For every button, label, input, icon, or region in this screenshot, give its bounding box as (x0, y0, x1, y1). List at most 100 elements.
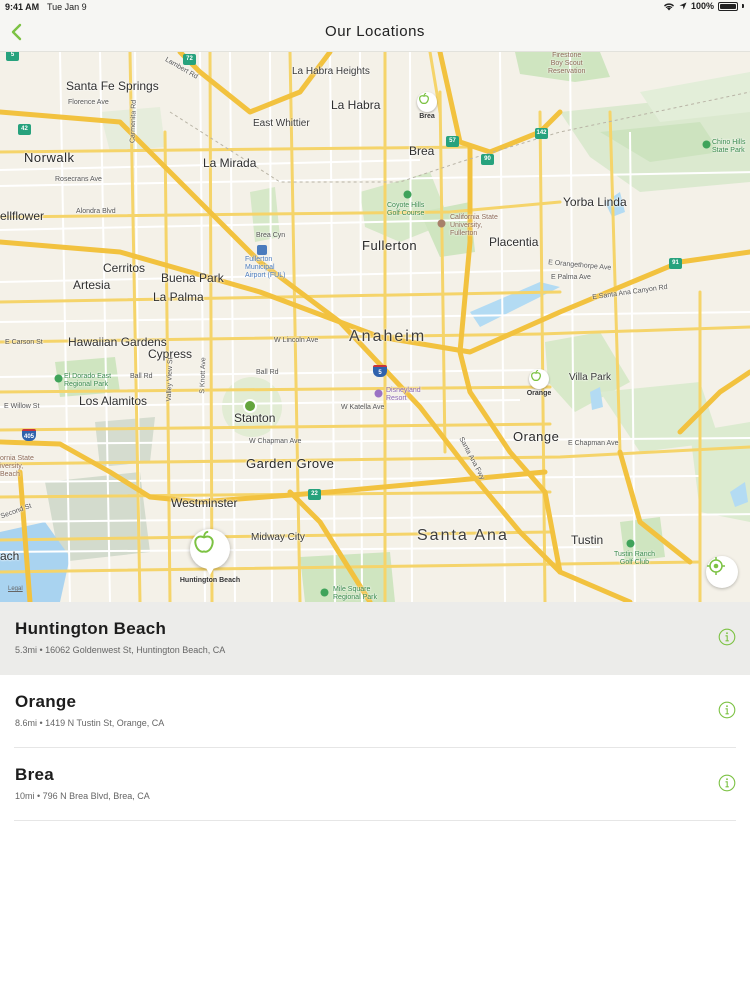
street-label: W Katella Ave (341, 404, 385, 411)
status-bar: 9:41 AM Tue Jan 9 100% (0, 0, 750, 14)
city-label: Tustin (571, 533, 604, 547)
poi-label: Coyote Hills Golf Course (387, 202, 425, 217)
city-label: La Habra (331, 98, 381, 112)
city-label: La Habra Heights (292, 66, 370, 77)
info-icon[interactable] (718, 774, 736, 792)
city-label: Anaheim (349, 328, 427, 345)
location-name: Brea (15, 765, 55, 784)
location-name: Huntington Beach (15, 619, 167, 638)
highway-shield: 57 (446, 136, 459, 147)
highway-shield: 90 (481, 154, 494, 165)
poi-label: Firestone Boy Scout Reservation (548, 52, 586, 75)
highway-shield: 22 (308, 489, 321, 500)
city-label: La Palma (153, 290, 204, 304)
page-title: Our Locations (325, 23, 425, 40)
street-label: E Carson St (5, 339, 43, 346)
location-row-huntington-beach[interactable]: Huntington Beach 5.3mi • 16062 Goldenwes… (0, 602, 750, 675)
store-pin-brea[interactable]: Brea (417, 92, 437, 120)
city-label: La Mirada (203, 156, 257, 170)
city-label: ach (0, 549, 20, 563)
street-label: Ball Rd (256, 369, 279, 376)
wifi-icon (663, 2, 674, 10)
highway-shield: 42 (18, 124, 31, 135)
location-row-brea[interactable]: Brea 10mi • 796 N Brea Blvd, Brea, CA (0, 748, 750, 821)
row-divider (14, 820, 736, 821)
street-label: Florence Ave (68, 99, 109, 106)
city-label: ellflower (0, 209, 45, 223)
highway-shield: 142 (535, 128, 548, 139)
city-label: Westminster (171, 496, 238, 510)
location-arrow-icon (679, 2, 687, 10)
info-icon[interactable] (718, 628, 736, 646)
location-details: 5.3mi • 16062 Goldenwest St, Huntington … (15, 645, 226, 655)
status-right: 100% (663, 1, 744, 11)
street-label: Carmenita Rd (129, 99, 138, 144)
poi-label: Disneyland Resort (386, 387, 421, 402)
battery-percent: 100% (690, 1, 714, 11)
street-label: Alondra Blvd (76, 208, 116, 215)
city-label: Norwalk (24, 150, 75, 165)
street-label: E Palma Ave (551, 274, 591, 281)
location-target-icon (707, 557, 725, 575)
university-marker-icon (437, 219, 446, 228)
apple-icon (419, 92, 429, 104)
nav-bar: Our Locations (0, 14, 750, 52)
status-date: Tue Jan 9 (47, 2, 87, 12)
location-details: 10mi • 796 N Brea Blvd, Brea, CA (15, 791, 150, 801)
highway-shield: 91 (669, 258, 682, 269)
street-label: Rosecrans Ave (55, 176, 102, 183)
store-pin-label: Brea (419, 113, 435, 120)
city-label: Brea (409, 144, 435, 158)
apple-icon (194, 530, 214, 553)
highway-shield: 5 (6, 52, 19, 61)
user-location-dot (243, 399, 257, 413)
park-marker-icon (54, 374, 63, 383)
city-label: Santa Fe Springs (66, 79, 159, 93)
battery-tip (742, 4, 744, 8)
city-label: Orange (513, 429, 560, 444)
location-list: Huntington Beach 5.3mi • 16062 Goldenwes… (0, 602, 750, 821)
poi-label: California State University, Fullerton (450, 214, 498, 237)
store-pin-label: Orange (526, 390, 552, 397)
poi-label: Tustin Ranch Golf Club (614, 551, 655, 566)
street-label: E Willow St (4, 403, 40, 410)
info-icon[interactable] (718, 701, 736, 719)
poi-label: ornia State iversity, Beach (0, 455, 34, 478)
map-view[interactable]: 5 72 42 57 90 142 91 22 405 5 Norwalk La… (0, 52, 750, 602)
store-pin-orange[interactable]: Orange (527, 369, 551, 397)
city-label: Fullerton (362, 238, 418, 253)
location-name: Orange (15, 692, 77, 711)
city-label: Villa Park (569, 372, 612, 383)
store-pin-huntington-beach[interactable]: Huntington Beach (180, 529, 240, 584)
location-details: 8.6mi • 1419 N Tustin St, Orange, CA (15, 718, 165, 728)
street-label: W Lincoln Ave (274, 337, 319, 344)
golf-marker-icon (626, 539, 635, 548)
poi-label: Mile Square Regional Park (333, 586, 377, 601)
status-time: 9:41 AM (5, 2, 40, 12)
poi-label: Fullerton Municipal Airport (FUL) (245, 256, 286, 279)
golf-marker-icon (403, 190, 412, 199)
street-label: S Knott Ave (199, 357, 208, 394)
park-marker-icon (702, 140, 711, 149)
theme-park-marker-icon (374, 389, 383, 398)
street-label: E Chapman Ave (568, 440, 619, 447)
battery-icon (718, 1, 738, 11)
airport-marker-icon (257, 245, 267, 255)
highway-shield: 72 (183, 54, 196, 65)
apple-icon (531, 369, 541, 381)
street-label: W Chapman Ave (249, 438, 302, 445)
locate-me-button[interactable] (706, 556, 738, 588)
interstate-shield: 405 (22, 429, 36, 441)
street-label: Ball Rd (130, 373, 153, 380)
legal-link[interactable]: Legal (8, 586, 23, 592)
city-label: Yorba Linda (563, 195, 627, 209)
location-row-orange[interactable]: Orange 8.6mi • 1419 N Tustin St, Orange,… (0, 675, 750, 748)
city-label: Artesia (73, 278, 111, 292)
park-marker-icon (320, 588, 329, 597)
poi-label: El Dorado East Regional Park (64, 373, 112, 388)
city-label: Buena Park (161, 271, 224, 285)
store-pin-label: Huntington Beach (179, 577, 241, 584)
map-background (0, 52, 750, 602)
city-label: Los Alamitos (79, 394, 148, 408)
city-label: Cerritos (103, 261, 146, 275)
